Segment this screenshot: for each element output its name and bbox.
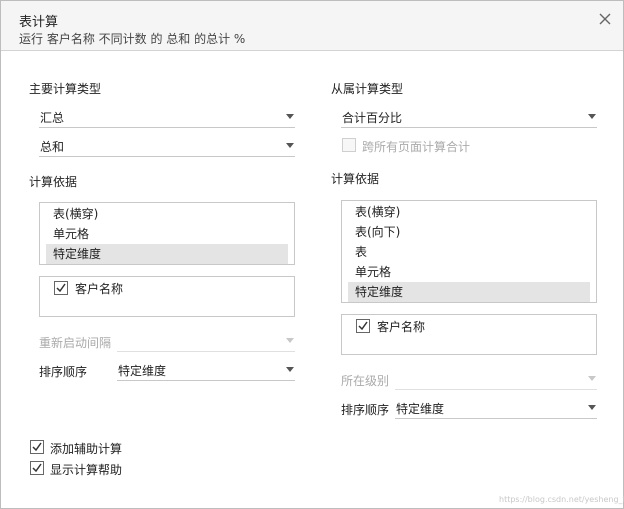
primary-compute-using-list: 表(横穿) 单元格 特定维度 bbox=[39, 202, 295, 265]
secondary-compute-option-table-down[interactable]: 表(向下) bbox=[348, 222, 590, 242]
secondary-compute-option-table-across[interactable]: 表(横穿) bbox=[348, 202, 590, 222]
primary-calc-type-select[interactable]: 汇总 bbox=[39, 106, 295, 128]
watermark: https://blog.csdn.net/yesheng_tidy bbox=[499, 495, 624, 504]
show-calc-assistance-label: 显示计算帮助 bbox=[50, 463, 123, 477]
primary-compute-option-table-across[interactable]: 表(横穿) bbox=[46, 204, 288, 224]
dialog-header: 表计算 运行 客户名称 不同计数 的 总和 的总计 % bbox=[1, 1, 623, 51]
primary-compute-using-label: 计算依据 bbox=[29, 175, 78, 189]
checkmark-icon bbox=[32, 442, 42, 452]
primary-dimension-checkbox[interactable] bbox=[54, 281, 68, 295]
table-calculation-dialog: 表计算 运行 客户名称 不同计数 的 总和 的总计 % 主要计算类型 汇总 总和… bbox=[0, 0, 624, 509]
dialog-subtitle: 运行 客户名称 不同计数 的 总和 的总计 % bbox=[19, 32, 246, 46]
chevron-down-icon bbox=[588, 376, 596, 382]
checkmark-icon bbox=[32, 463, 42, 473]
chevron-down-icon bbox=[588, 114, 596, 120]
secondary-calc-type-label: 从属计算类型 bbox=[331, 82, 404, 96]
secondary-calc-type-select[interactable]: 合计百分比 bbox=[341, 106, 597, 128]
primary-dimension-list: 客户名称 bbox=[39, 276, 295, 317]
secondary-dimension-checkbox[interactable] bbox=[356, 319, 370, 333]
dialog-title: 表计算 bbox=[19, 15, 59, 30]
chevron-down-icon bbox=[286, 367, 294, 373]
chevron-down-icon bbox=[286, 143, 294, 149]
across-all-pages-label: 跨所有页面计算合计 bbox=[362, 140, 471, 154]
secondary-sort-select[interactable]: 特定维度 bbox=[395, 397, 597, 419]
close-button[interactable] bbox=[597, 11, 613, 27]
primary-sort-label: 排序顺序 bbox=[39, 365, 88, 379]
secondary-compute-using-label: 计算依据 bbox=[331, 172, 380, 186]
secondary-level-label: 所在级别 bbox=[341, 374, 390, 388]
close-icon bbox=[599, 13, 611, 25]
chevron-down-icon bbox=[286, 114, 294, 120]
primary-calc-type-label: 主要计算类型 bbox=[29, 82, 102, 96]
secondary-compute-option-cell[interactable]: 单元格 bbox=[348, 262, 590, 282]
secondary-compute-using-list: 表(横穿) 表(向下) 表 单元格 特定维度 bbox=[341, 200, 597, 303]
secondary-sort-label: 排序顺序 bbox=[341, 403, 390, 417]
chevron-down-icon bbox=[588, 405, 596, 411]
secondary-compute-option-table[interactable]: 表 bbox=[348, 242, 590, 262]
show-calc-assistance-checkbox[interactable] bbox=[30, 461, 44, 475]
primary-compute-option-cell[interactable]: 单元格 bbox=[46, 224, 288, 244]
primary-restart-label: 重新启动间隔 bbox=[39, 336, 112, 350]
primary-calc-type-value: 汇总 bbox=[40, 111, 65, 125]
primary-sort-value: 特定维度 bbox=[118, 364, 167, 378]
primary-aggregation-value: 总和 bbox=[40, 140, 65, 154]
primary-aggregation-select[interactable]: 总和 bbox=[39, 135, 295, 157]
primary-dimension-label: 客户名称 bbox=[75, 282, 124, 296]
secondary-compute-option-specific-dimensions[interactable]: 特定维度 bbox=[348, 282, 590, 302]
chevron-down-icon bbox=[286, 338, 294, 344]
secondary-dimension-label: 客户名称 bbox=[377, 320, 426, 334]
secondary-level-select bbox=[395, 368, 597, 390]
add-secondary-calc-checkbox[interactable] bbox=[30, 440, 44, 454]
checkmark-icon bbox=[56, 283, 66, 293]
secondary-dimension-list: 客户名称 bbox=[341, 314, 597, 355]
add-secondary-calc-label: 添加辅助计算 bbox=[50, 442, 123, 456]
primary-sort-select[interactable]: 特定维度 bbox=[117, 359, 295, 381]
across-all-pages-checkbox bbox=[342, 138, 356, 152]
primary-compute-option-specific-dimensions[interactable]: 特定维度 bbox=[46, 244, 288, 264]
primary-restart-select bbox=[117, 330, 295, 352]
checkmark-icon bbox=[358, 321, 368, 331]
secondary-sort-value: 特定维度 bbox=[396, 402, 445, 416]
secondary-calc-type-value: 合计百分比 bbox=[342, 111, 403, 125]
